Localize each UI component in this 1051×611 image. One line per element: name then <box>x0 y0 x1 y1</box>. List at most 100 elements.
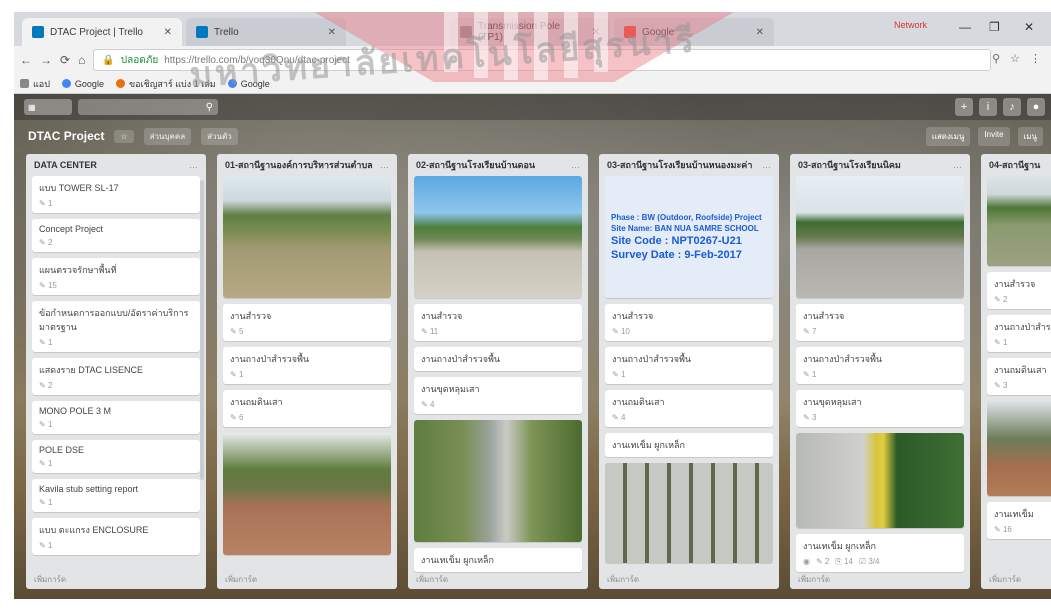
add-card-button[interactable]: เพิ่มการ์ด <box>981 567 1051 589</box>
card[interactable]: งานถางป่าสำรวจพื้น ✎ 1 <box>223 347 391 384</box>
card[interactable]: งานเทเข็ม ✎ 16 <box>987 502 1051 539</box>
list-scrollbar[interactable] <box>200 180 204 480</box>
bookmark-apps[interactable]: แอป <box>20 77 50 91</box>
cover-image <box>987 401 1051 496</box>
card-count: 1 <box>47 459 53 468</box>
add-card-button[interactable]: เพิ่มการ์ด <box>408 567 588 589</box>
card-cover-photo[interactable] <box>223 176 391 298</box>
card-cover-photo[interactable] <box>414 420 582 542</box>
card[interactable]: งานสำรวจ ✎ 2 <box>987 272 1051 309</box>
minimize-icon[interactable]: — <box>959 20 971 34</box>
card-title: Concept Project <box>39 224 104 234</box>
close-icon[interactable]: ✕ <box>756 27 764 38</box>
tab-trello-board[interactable]: DTAC Project | Trello ✕ <box>22 18 182 46</box>
boards-button[interactable]: ▦ <box>24 99 72 115</box>
card[interactable]: แผนตรวจรักษาพื้นที่ ✎ 15 <box>32 258 200 295</box>
browser-user[interactable]: Network <box>894 20 927 30</box>
card[interactable]: แบบ TOWER SL-17 ✎ 1 <box>32 176 200 213</box>
more-icon[interactable]: … <box>380 160 389 170</box>
list-title[interactable]: DATA CENTER… <box>26 154 206 176</box>
list-title[interactable]: 03-สถานีฐานโรงเรียนบ้านหนองมะค่า… <box>599 154 779 176</box>
card[interactable]: MONO POLE 3 M ✎ 1 <box>32 401 200 434</box>
card-list: งานสำรวจ ✎ 5 งานถางป่าสำรวจพื้น ✎ 1 งานถมด… <box>217 176 397 555</box>
card[interactable]: งานสำรวจ ✎ 10 <box>605 304 773 341</box>
show-menu-button[interactable]: แสดงเมนู <box>925 127 971 146</box>
add-card-button[interactable]: เพิ่มการ์ด <box>599 567 779 589</box>
board-chip-personal[interactable]: ส่วนบุคคล <box>143 127 192 145</box>
sign-phase: Phase : BW (Outdoor, Roofside) Project <box>611 213 762 222</box>
back-icon[interactable]: ← <box>20 53 32 67</box>
card-title: งานถางป่าสำรวจพื้น <box>421 354 501 364</box>
bell-icon[interactable]: ♪ <box>1003 98 1021 116</box>
list-title[interactable]: 01-สถานีฐานองค์การบริหารส่วนตำบล … <box>217 154 397 176</box>
card[interactable]: แบบ ตะแกรง ENCLOSURE ✎ 1 <box>32 518 200 555</box>
bookmark-icon <box>115 79 125 88</box>
card[interactable]: POLE DSE ✎ 1 <box>32 440 200 473</box>
list-title[interactable]: 04-สถานีฐาน <box>981 154 1051 176</box>
list-title[interactable]: 02-สถานีฐานโรงเรียนบ้านดอน… <box>408 154 588 176</box>
card[interactable]: งานถางป่าสำรวจ ✎ 1 <box>987 315 1051 352</box>
card[interactable]: Concept Project ✎ 2 <box>32 219 200 252</box>
board-search[interactable]: ⚲ <box>78 99 218 115</box>
home-icon[interactable]: ⌂ <box>78 53 85 67</box>
card-cover-photo[interactable] <box>987 176 1051 266</box>
cover-image <box>223 176 391 298</box>
board-title[interactable]: DTAC Project <box>28 129 104 143</box>
card[interactable]: งานสำรวจ ✎ 5 <box>223 304 391 341</box>
card[interactable]: งานขุดหลุมเสา ✎ 4 <box>414 377 582 414</box>
avatar[interactable]: ● <box>1027 98 1045 116</box>
more-icon[interactable]: … <box>762 160 771 170</box>
card[interactable]: งานถมดินเสา ✎ 6 <box>223 390 391 427</box>
card-title: POLE DSE <box>39 445 85 455</box>
more-icon[interactable]: … <box>571 160 580 170</box>
card[interactable]: งานเทเข็ม ผูกเหล็ก <box>605 433 773 457</box>
star-icon[interactable]: ☆ <box>1010 52 1020 65</box>
card[interactable]: งานถางป่าสำรวจพื้น <box>414 347 582 371</box>
card-meta: ✎ 11 <box>421 327 439 336</box>
list-title-text: 01-สถานีฐานองค์การบริหารส่วนตำบล <box>225 160 373 170</box>
more-icon[interactable]: … <box>953 160 962 170</box>
add-icon[interactable]: + <box>955 98 973 116</box>
add-card-button[interactable]: เพิ่มการ์ด <box>26 567 206 589</box>
card-cover-photo[interactable]: Phase : BW (Outdoor, Roofside) Project S… <box>605 176 773 298</box>
zoom-icon[interactable]: ⚲ <box>992 52 1000 65</box>
card[interactable]: Kavila stub setting report ✎ 1 <box>32 479 200 512</box>
add-card-button[interactable]: เพิ่มการ์ด <box>790 567 970 589</box>
card[interactable]: งานสำรวจ ✎ 7 <box>796 304 964 341</box>
card-cover-photo[interactable] <box>796 176 964 298</box>
card-cover-photo[interactable] <box>987 401 1051 496</box>
menu-dots-icon[interactable]: ⋮ <box>1030 52 1041 65</box>
card[interactable]: งานถางป่าสำรวจพื้น ✎ 1 <box>605 347 773 384</box>
card[interactable]: งานถมดินเสา ✎ 4 <box>605 390 773 427</box>
menu-button[interactable]: เมนู <box>1017 127 1043 146</box>
card[interactable]: งานถางป่าสำรวจพื้น ✎ 1 <box>796 347 964 384</box>
window-close-icon[interactable]: ✕ <box>1024 20 1034 34</box>
reload-icon[interactable]: ⟳ <box>60 53 70 67</box>
board-chip-visibility[interactable]: ส่วนตัว <box>201 127 238 145</box>
list-data-center: DATA CENTER … แบบ TOWER SL-17 ✎ 1 Concept … <box>26 154 206 589</box>
card[interactable]: งานถมดินเสา ✎ 3 <box>987 358 1051 395</box>
invite-button[interactable]: Invite <box>978 127 1010 146</box>
card[interactable]: แสดงราย DTAC LISENCE ✎ 2 <box>32 358 200 395</box>
card-count: 11 <box>429 327 439 336</box>
card-cover-photo[interactable] <box>605 463 773 563</box>
star-board-icon[interactable]: ☆ <box>114 129 134 143</box>
forward-icon[interactable]: → <box>40 53 52 67</box>
list-title[interactable]: 03-สถานีฐานโรงเรียนนิคม… <box>790 154 970 176</box>
badge-value: 2 <box>824 557 830 566</box>
card[interactable]: งานสำรวจ ✎ 11 <box>414 304 582 341</box>
close-icon[interactable]: ✕ <box>164 27 172 38</box>
card-count: 4 <box>429 400 435 409</box>
more-icon[interactable]: … <box>189 160 198 170</box>
card-cover-photo[interactable] <box>414 176 582 298</box>
add-card-button[interactable]: เพิ่มการ์ด <box>217 567 397 589</box>
card-title: งานเทเข็ม <box>994 509 1034 519</box>
card-cover-photo[interactable] <box>223 433 391 555</box>
card[interactable]: งานขุดหลุมเสา ✎ 3 <box>796 390 964 427</box>
info-icon[interactable]: i <box>979 98 997 116</box>
card-cover-photo[interactable] <box>796 433 964 528</box>
bookmark-google[interactable]: Google <box>61 79 104 89</box>
sign-site-name: Site Name: BAN NUA SAMRE SCHOOL <box>611 224 759 233</box>
maximize-icon[interactable]: ❐ <box>989 20 1000 34</box>
card[interactable]: ข้อกำหนดการออกแบบ/อัตราค่าบริการมาตรฐาน ✎… <box>32 301 200 352</box>
